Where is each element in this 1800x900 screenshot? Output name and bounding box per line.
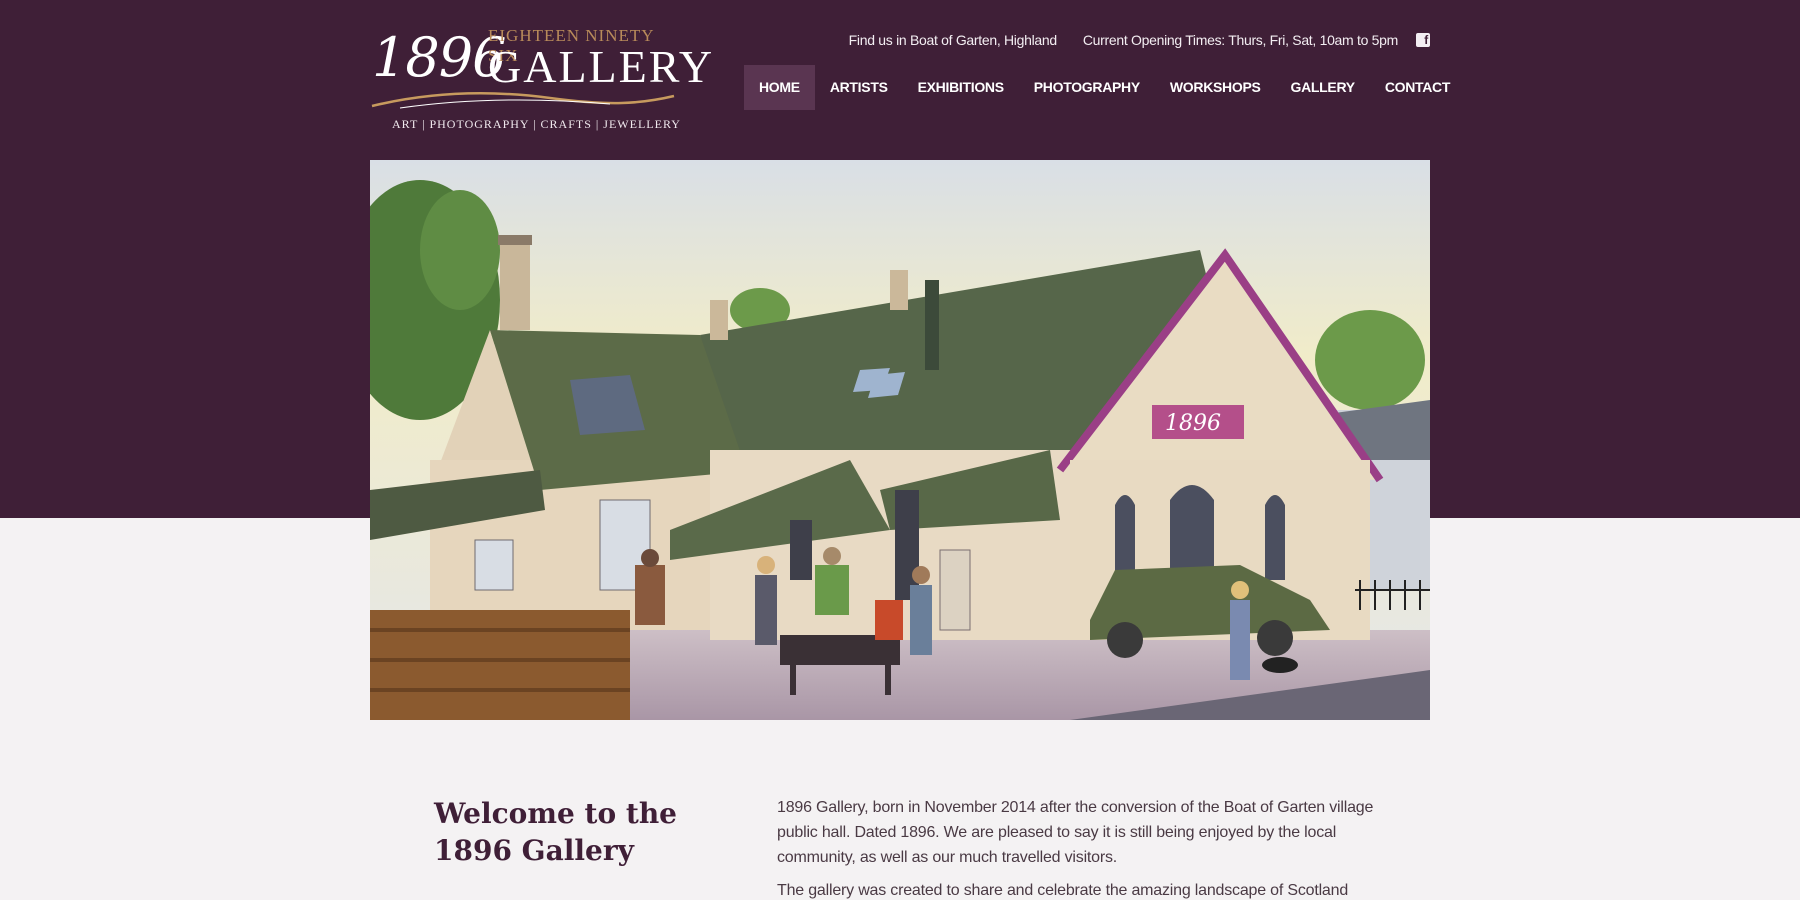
facebook-icon[interactable]: f [1416,33,1430,47]
top-info-bar: Find us in Boat of Garten, Highland Curr… [849,32,1430,48]
welcome-heading: Welcome to the 1896 Gallery [434,795,694,869]
intro-paragraph-2: The gallery was created to share and cel… [777,882,1349,899]
welcome-heading-line1: Welcome to the [434,797,677,830]
welcome-heading-line2: 1896 Gallery [434,834,634,867]
nav-workshops[interactable]: WORKSHOPS [1155,65,1276,110]
site-logo[interactable]: 1896 EIGHTEEN NINETY SIX GALLERY ART | P… [370,24,712,136]
logo-year: 1896 [372,26,506,89]
hero-sign-text: 1896 [1165,411,1221,436]
logo-tagline: ART | PHOTOGRAPHY | CRAFTS | JEWELLERY [392,117,681,131]
nav-exhibitions[interactable]: EXHIBITIONS [903,65,1019,110]
hero-painting: 1896 [370,160,1430,720]
main-nav: HOME ARTISTS EXHIBITIONS PHOTOGRAPHY WOR… [744,65,1465,110]
logo-swoosh [371,92,675,109]
nav-home[interactable]: HOME [744,65,815,110]
nav-gallery[interactable]: GALLERY [1276,65,1370,110]
gallery-building-painting: 1896 [370,160,1430,720]
opening-hours-text: Current Opening Times: Thurs, Fri, Sat, … [1082,32,1398,48]
location-text: Find us in Boat of Garten, Highland [848,32,1057,48]
nav-photography[interactable]: PHOTOGRAPHY [1019,65,1155,110]
intro-paragraph-1: 1896 Gallery, born in November 2014 afte… [777,799,1374,866]
nav-contact[interactable]: CONTACT [1370,65,1465,110]
nav-artists[interactable]: ARTISTS [815,65,903,110]
intro-text: 1896 Gallery, born in November 2014 afte… [777,795,1377,900]
